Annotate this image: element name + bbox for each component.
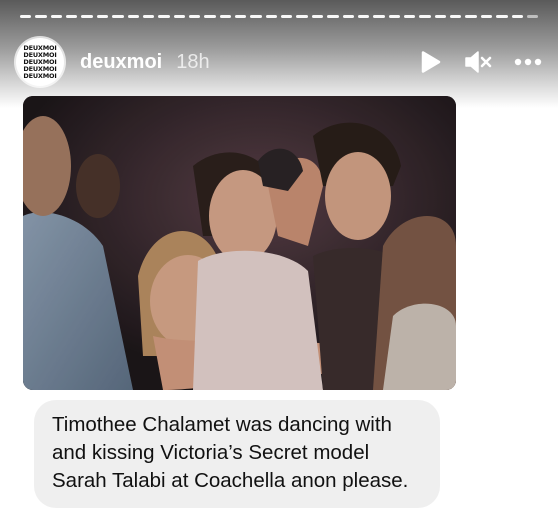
play-icon[interactable] — [418, 50, 442, 74]
progress-segment — [250, 15, 262, 18]
progress-segment — [158, 15, 170, 18]
progress-segment — [511, 15, 523, 18]
progress-segment — [434, 15, 447, 18]
avatar[interactable]: DEUXMOI DEUXMOI DEUXMOI DEUXMOI DEUXMOI — [16, 38, 64, 86]
username[interactable]: deuxmoi — [80, 51, 162, 74]
post-photo — [23, 96, 456, 390]
progress-segment — [66, 15, 78, 18]
progress-segment — [96, 15, 109, 18]
progress-segment — [403, 15, 416, 18]
party-photo-image — [23, 96, 456, 390]
caption-bubble: Timothee Chalamet was dancing with and k… — [34, 400, 440, 508]
progress-segment — [480, 15, 493, 18]
progress-segment — [496, 15, 508, 18]
progress-segment — [112, 15, 124, 18]
progress-segment — [173, 15, 185, 18]
more-icon[interactable] — [514, 58, 542, 66]
caption-line: Sarah Talabi at Coachella anon please. — [52, 469, 409, 492]
progress-segment — [327, 15, 339, 18]
progress-segment — [357, 15, 370, 18]
caption-line: Timothee Chalamet was dancing with — [52, 413, 392, 436]
mute-icon[interactable] — [464, 50, 492, 74]
caption-line: and kissing Victoria’s Secret model — [52, 441, 370, 464]
progress-segment — [311, 15, 324, 18]
progress-segment — [296, 15, 308, 18]
progress-segment — [281, 15, 293, 18]
progress-segment — [127, 15, 139, 18]
progress-segment — [388, 15, 400, 18]
story-progress-bar — [20, 15, 539, 19]
progress-segment — [142, 15, 155, 18]
progress-segment — [188, 15, 201, 18]
progress-segment — [265, 15, 278, 18]
progress-segment — [219, 15, 232, 18]
progress-segment — [235, 15, 247, 18]
progress-segment — [373, 15, 385, 18]
progress-segment — [35, 15, 47, 18]
avatar-logo-text: DEUXMOI — [23, 71, 57, 80]
progress-segment — [20, 15, 32, 18]
progress-segment — [204, 15, 216, 18]
progress-segment — [50, 15, 63, 18]
post-time: 18h — [176, 50, 210, 73]
story-header: DEUXMOI DEUXMOI DEUXMOI DEUXMOI DEUXMOI … — [16, 38, 542, 86]
progress-segment — [81, 15, 93, 18]
progress-segment — [465, 15, 477, 18]
progress-segment — [450, 15, 462, 18]
progress-segment — [419, 15, 431, 18]
progress-segment — [526, 15, 539, 18]
story-controls — [418, 50, 542, 74]
progress-segment — [342, 15, 354, 18]
